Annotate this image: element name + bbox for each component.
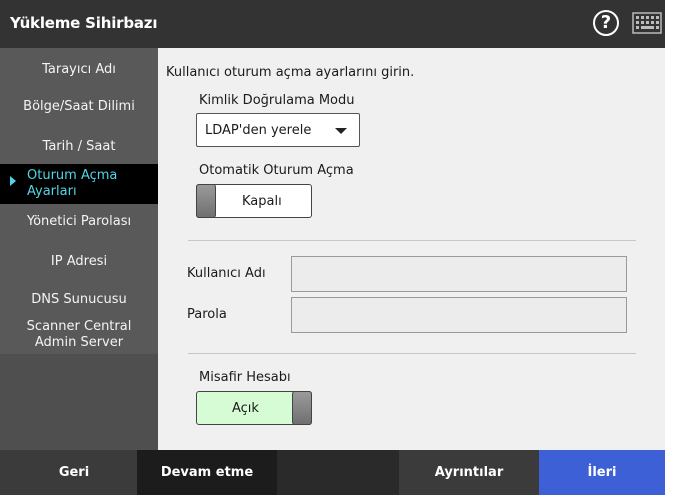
sidebar-item-label-line1: Oturum Açma [27, 168, 118, 183]
sidebar-item-scanner-name[interactable]: Tarayıcı Adı [0, 62, 158, 78]
auth-mode-label: Kimlik Doğrulama Modu [199, 93, 355, 108]
sidebar-item-admin-password[interactable]: Yönetici Parolası [0, 214, 158, 230]
divider [188, 353, 636, 354]
help-icon[interactable]: ? [593, 10, 619, 36]
footer-bar: Geri Devam etme Ayrıntılar İleri [0, 450, 665, 495]
selected-arrow-icon [10, 176, 16, 186]
sidebar-item-label-line1: Scanner Central [26, 319, 132, 334]
auto-login-state: Kapalı [242, 194, 282, 209]
sidebar-item-label: Tarayıcı Adı [42, 62, 116, 77]
title-bar: Yükleme Sihirbazı ? [0, 0, 665, 48]
sidebar-empty-area [0, 354, 158, 450]
auth-mode-value: LDAP'den yerele [205, 123, 312, 138]
auth-mode-dropdown[interactable]: LDAP'den yerele [196, 113, 360, 147]
password-label: Parola [187, 307, 227, 322]
sidebar-item-ip-address[interactable]: IP Adresi [0, 254, 158, 270]
sidebar-item-label-line2: Ayarları [27, 184, 77, 199]
auto-login-label: Otomatik Oturum Açma [199, 163, 354, 178]
auto-login-toggle[interactable]: Kapalı [196, 184, 312, 218]
app-title: Yükleme Sihirbazı [10, 14, 158, 32]
continue-button[interactable]: Devam etme [137, 450, 277, 495]
back-button[interactable]: Geri [0, 450, 148, 495]
sidebar-item-scanner-central-admin[interactable]: Scanner Central Admin Server [0, 319, 158, 351]
chevron-down-icon [335, 128, 347, 134]
guest-account-label: Misafir Hesabı [199, 370, 291, 385]
password-field[interactable] [291, 297, 627, 333]
toggle-knob [196, 184, 216, 218]
toggle-knob [292, 391, 312, 425]
sidebar-item-label: IP Adresi [50, 254, 108, 269]
instruction-text: Kullanıcı oturum açma ayarlarını girin. [166, 65, 415, 80]
divider [188, 240, 636, 241]
details-button[interactable]: Ayrıntılar [399, 450, 539, 495]
sidebar-item-dns-server[interactable]: DNS Sunucusu [0, 292, 158, 308]
sidebar-item-login-settings[interactable]: Oturum Açma Ayarları [0, 164, 158, 204]
main-panel: Kullanıcı oturum açma ayarlarını girin. … [158, 48, 665, 450]
sidebar-item-label: Bölge/Saat Dilimi [23, 99, 135, 114]
guest-account-toggle[interactable]: Açık [196, 391, 312, 425]
guest-account-state: Açık [232, 401, 259, 416]
next-button[interactable]: İleri [539, 450, 665, 495]
username-field[interactable] [291, 256, 627, 292]
sidebar-item-label-line2: Admin Server [34, 335, 124, 350]
sidebar-item-region-timezone[interactable]: Bölge/Saat Dilimi [0, 99, 158, 115]
username-label: Kullanıcı Adı [187, 266, 266, 281]
sidebar-item-date-time[interactable]: Tarih / Saat [0, 139, 158, 155]
keyboard-icon[interactable] [632, 12, 662, 34]
sidebar: Tarayıcı Adı Bölge/Saat Dilimi Tarih / S… [0, 48, 158, 450]
right-edge [665, 48, 675, 495]
sidebar-item-label: Tarih / Saat [42, 139, 116, 154]
sidebar-item-label: DNS Sunucusu [31, 292, 127, 307]
sidebar-item-label: Yönetici Parolası [26, 214, 132, 229]
